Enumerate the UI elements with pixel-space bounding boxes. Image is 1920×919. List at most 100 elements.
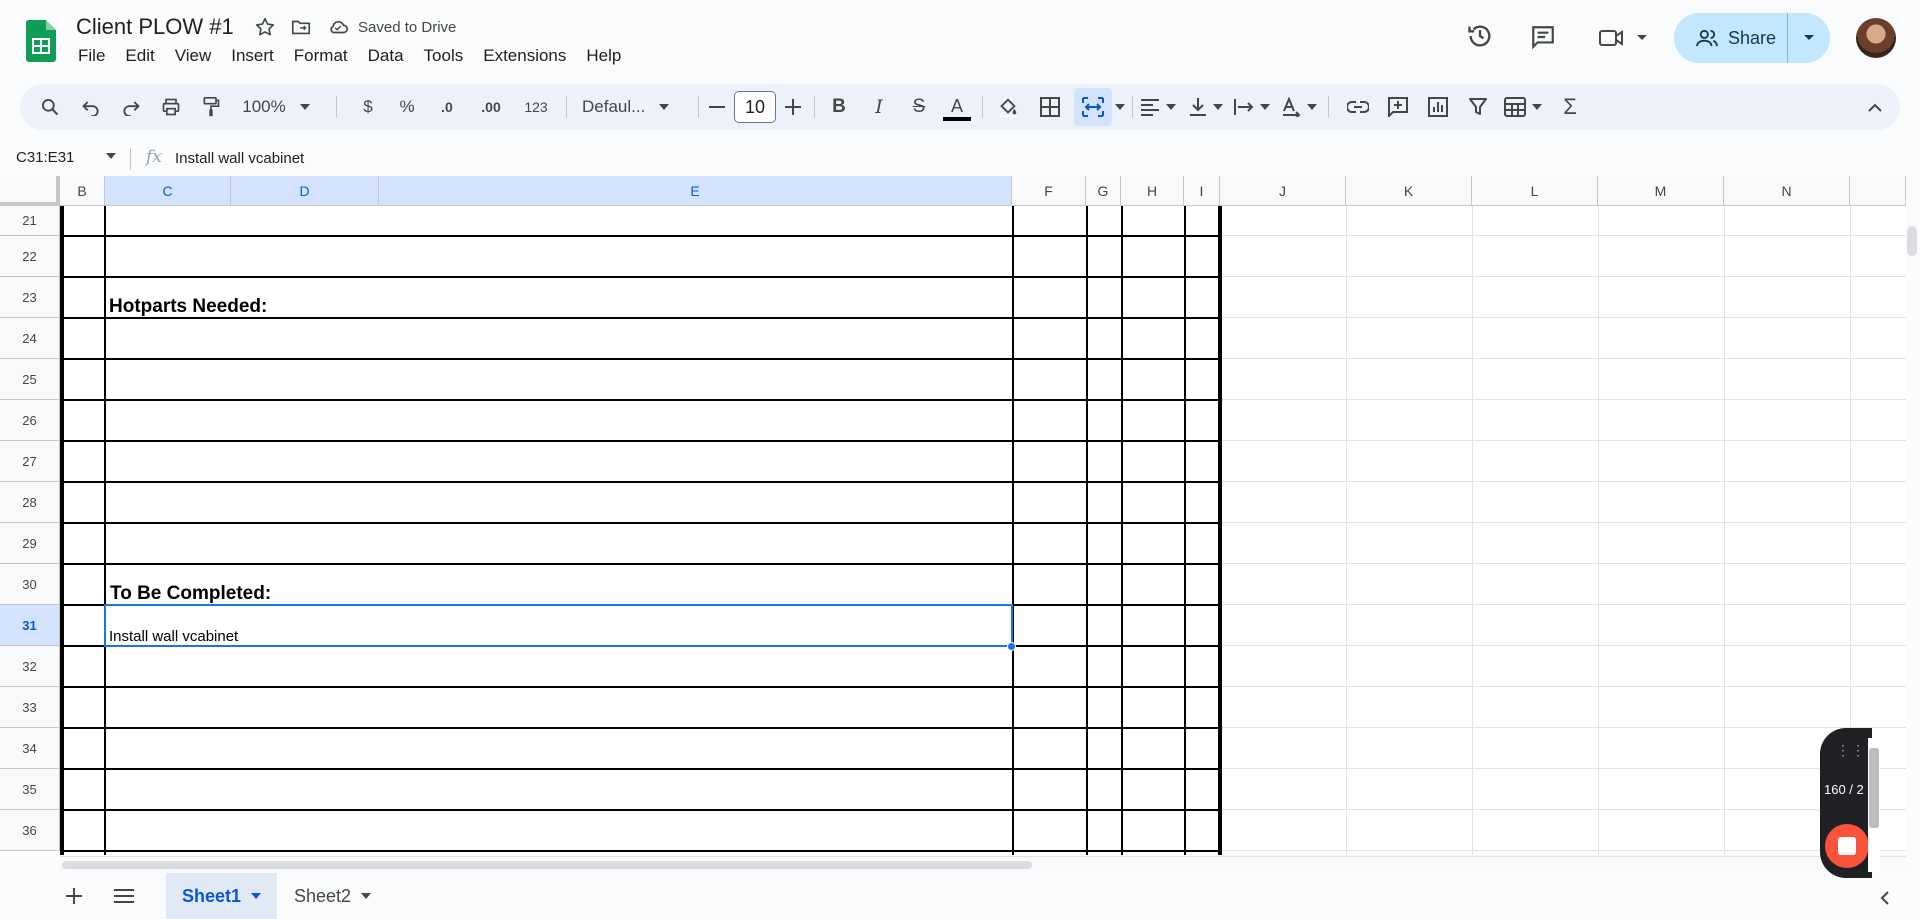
name-box[interactable]: C31:E31 <box>16 149 74 166</box>
menu-tools[interactable]: Tools <box>414 46 474 66</box>
merge-type-dropdown[interactable] <box>1112 84 1128 130</box>
meet-dropdown-chevron-icon[interactable] <box>1636 34 1648 42</box>
column-header-f[interactable]: F <box>1012 176 1086 206</box>
text-color-button[interactable]: A <box>940 84 974 130</box>
column-header-h[interactable]: H <box>1121 176 1184 206</box>
text-wrapping-button[interactable] <box>1230 84 1274 130</box>
redo-button[interactable] <box>116 84 146 130</box>
column-header-d[interactable]: D <box>231 176 379 206</box>
row-header-21[interactable]: 21 <box>0 206 60 236</box>
recorder-widget[interactable]: ⋮⋮ 160 / 2 <box>1820 728 1872 878</box>
table-button[interactable] <box>1500 84 1546 130</box>
name-box-chevron-icon[interactable] <box>106 153 116 159</box>
row-header-26[interactable]: 26 <box>0 400 60 441</box>
paint-format-button[interactable] <box>196 84 226 130</box>
version-history-icon[interactable] <box>1466 22 1494 50</box>
account-avatar[interactable] <box>1856 18 1896 58</box>
increase-font-size-button[interactable] <box>780 84 806 130</box>
share-button[interactable]: Share <box>1674 13 1788 63</box>
row-header-34[interactable]: 34 <box>0 728 60 769</box>
fill-handle[interactable] <box>1007 642 1016 651</box>
horizontal-scrollbar[interactable] <box>60 856 1906 872</box>
create-filter-button[interactable] <box>1462 84 1494 130</box>
increase-decimal-button[interactable]: .00 <box>472 84 510 130</box>
italic-button[interactable]: I <box>864 84 894 130</box>
horizontal-scrollbar-thumb[interactable] <box>62 861 1032 869</box>
menu-extensions[interactable]: Extensions <box>473 46 576 66</box>
cell-c30[interactable]: To Be Completed: <box>110 583 271 605</box>
cell-selection-range[interactable] <box>104 604 1013 647</box>
horizontal-align-button[interactable] <box>1136 84 1180 130</box>
row-header-30[interactable]: 30 <box>0 564 60 605</box>
all-sheets-menu-icon[interactable] <box>114 889 134 903</box>
merge-cells-button[interactable] <box>1074 84 1112 130</box>
select-all-corner[interactable] <box>0 176 60 206</box>
font-family-select[interactable]: Defaul... <box>576 84 692 130</box>
row-header-35[interactable]: 35 <box>0 769 60 810</box>
menu-format[interactable]: Format <box>284 46 358 66</box>
vertical-align-button[interactable] <box>1184 84 1228 130</box>
menu-view[interactable]: View <box>165 46 222 66</box>
search-menus-button[interactable] <box>34 84 66 130</box>
functions-button[interactable]: Σ <box>1554 84 1586 130</box>
row-header-36[interactable]: 36 <box>0 810 60 851</box>
move-folder-icon[interactable] <box>290 16 312 38</box>
sheet-tab-sheet1[interactable]: Sheet1 <box>166 873 278 919</box>
row-header-27[interactable]: 27 <box>0 441 60 482</box>
decrease-font-size-button[interactable] <box>704 84 730 130</box>
insert-comment-button[interactable] <box>1382 84 1414 130</box>
bold-button[interactable]: B <box>824 84 854 130</box>
sheets-logo-icon[interactable] <box>26 20 56 62</box>
column-header-g[interactable]: G <box>1086 176 1121 206</box>
column-header-i[interactable]: I <box>1184 176 1220 206</box>
recorder-scrollbar-thumb[interactable] <box>1869 748 1879 828</box>
insert-chart-button[interactable] <box>1422 84 1454 130</box>
row-header-22[interactable]: 22 <box>0 236 60 277</box>
star-icon[interactable] <box>254 16 276 38</box>
row-header-23[interactable]: 23 <box>0 277 60 318</box>
more-formats-button[interactable]: 123 <box>516 84 556 130</box>
column-header-c[interactable]: C <box>105 176 231 206</box>
row-header-29[interactable]: 29 <box>0 523 60 564</box>
hide-menus-button[interactable] <box>1860 84 1890 130</box>
chevron-down-icon[interactable] <box>361 893 372 899</box>
row-header-25[interactable]: 25 <box>0 359 60 400</box>
column-header-m[interactable]: M <box>1598 176 1724 206</box>
formula-input[interactable]: Install wall vcabinet <box>175 150 304 167</box>
menu-help[interactable]: Help <box>576 46 631 66</box>
column-header-e[interactable]: E <box>379 176 1012 206</box>
row-header-28[interactable]: 28 <box>0 482 60 523</box>
print-button[interactable] <box>156 84 186 130</box>
spreadsheet-grid[interactable]: B C D E F G H I J K L M N 21 22 23 24 25… <box>0 176 1906 855</box>
column-header-n[interactable]: N <box>1724 176 1850 206</box>
row-header-33[interactable]: 33 <box>0 687 60 728</box>
menu-data[interactable]: Data <box>358 46 414 66</box>
zoom-select[interactable]: 100% <box>236 84 316 130</box>
strikethrough-button[interactable]: S <box>904 84 934 130</box>
vertical-scrollbar-thumb[interactable] <box>1907 226 1917 256</box>
row-header-31[interactable]: 31 <box>0 605 60 646</box>
cloud-saved-icon[interactable] <box>326 16 350 38</box>
meet-video-icon[interactable] <box>1598 26 1626 50</box>
fill-color-button[interactable] <box>992 84 1024 130</box>
chevron-left-icon[interactable] <box>1880 891 1890 905</box>
sheet-tab-sheet2[interactable]: Sheet2 <box>278 873 387 919</box>
stop-recording-button[interactable] <box>1825 824 1869 868</box>
insert-link-button[interactable] <box>1342 84 1374 130</box>
chevron-down-icon[interactable] <box>251 893 262 899</box>
row-header-24[interactable]: 24 <box>0 318 60 359</box>
decrease-decimal-button[interactable]: .0 <box>430 84 464 130</box>
font-size-input[interactable]: 10 <box>734 91 776 123</box>
add-sheet-icon[interactable] <box>66 888 82 904</box>
menu-file[interactable]: File <box>68 46 115 66</box>
menu-edit[interactable]: Edit <box>115 46 164 66</box>
text-rotation-button[interactable] <box>1276 84 1322 130</box>
percent-format-button[interactable]: % <box>392 84 422 130</box>
share-dropdown-button[interactable] <box>1788 34 1830 42</box>
cell-c23[interactable]: Hotparts Needed: <box>109 296 267 318</box>
undo-button[interactable] <box>76 84 106 130</box>
column-header-l[interactable]: L <box>1472 176 1598 206</box>
column-header-b[interactable]: B <box>60 176 105 206</box>
comments-icon[interactable] <box>1530 24 1556 50</box>
row-header-32[interactable]: 32 <box>0 646 60 687</box>
